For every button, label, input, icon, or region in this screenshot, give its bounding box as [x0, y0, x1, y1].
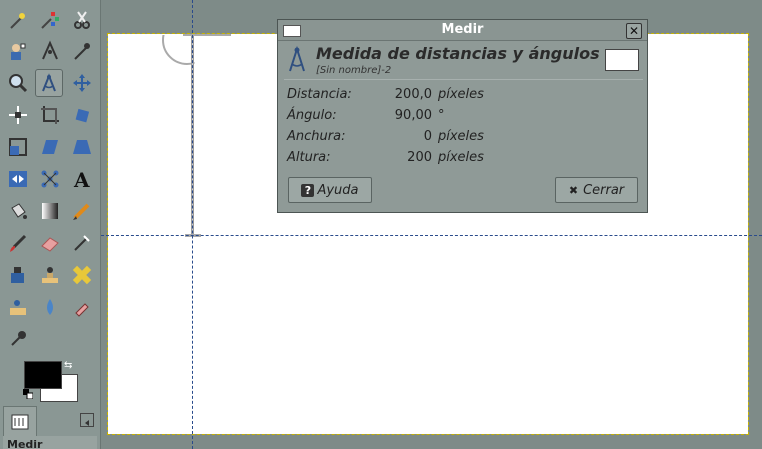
image-preview-thumbnail	[605, 49, 639, 71]
help-icon: ?	[301, 183, 315, 197]
help-button[interactable]: ? Ayuda	[288, 177, 372, 203]
smudge-icon[interactable]	[68, 293, 96, 321]
heal-icon[interactable]	[68, 261, 96, 289]
blur-icon[interactable]	[36, 293, 64, 321]
scale-icon[interactable]	[4, 133, 32, 161]
airbrush-icon[interactable]	[68, 229, 96, 257]
reset-colors-icon[interactable]	[23, 389, 33, 399]
paths-icon[interactable]	[36, 37, 64, 65]
cage-transform-icon[interactable]	[36, 165, 64, 193]
height-unit: píxeles	[438, 150, 484, 165]
width-value: 0	[423, 129, 432, 144]
divider	[284, 79, 643, 80]
panel-menu-icon[interactable]	[80, 413, 94, 427]
horizontal-guide[interactable]	[101, 235, 762, 236]
select-by-color-icon[interactable]	[36, 6, 64, 34]
close-icon: ✖	[568, 183, 579, 197]
tool-options-tab[interactable]	[3, 406, 37, 437]
measure-icon[interactable]	[35, 69, 63, 97]
fuzzy-select-icon[interactable]	[4, 6, 32, 34]
width-label: Anchura:	[287, 129, 346, 144]
angle-unit: °	[438, 108, 445, 123]
shear-icon[interactable]	[36, 133, 64, 161]
text-icon[interactable]: A	[68, 165, 96, 193]
distance-value: 200,0	[394, 87, 432, 102]
dodge-burn-icon[interactable]	[4, 325, 32, 353]
align-icon[interactable]	[4, 101, 32, 129]
measure-icon	[289, 45, 305, 72]
flip-icon[interactable]	[4, 165, 32, 193]
help-button-label: Ayuda	[317, 182, 359, 198]
ink-icon[interactable]	[4, 261, 32, 289]
vertical-guide[interactable]	[192, 0, 193, 449]
foreground-color-swatch[interactable]	[24, 361, 62, 389]
angle-value: 90,00	[394, 108, 432, 123]
blend-icon[interactable]	[36, 197, 64, 225]
paintbrush-icon[interactable]	[4, 229, 32, 257]
crop-icon[interactable]	[36, 101, 64, 129]
dialog-header-title: Medida de distancias y ángulos	[316, 44, 600, 63]
bucket-fill-icon[interactable]	[4, 197, 32, 225]
perspective-icon[interactable]	[68, 133, 96, 161]
close-icon: ✕	[628, 24, 640, 38]
dialog-header-subtitle: [Sin nombre]-2	[316, 65, 392, 76]
color-picker-icon[interactable]	[68, 37, 96, 65]
swap-colors-icon[interactable]: ⇆	[64, 360, 72, 371]
dialog-titlebar[interactable]: Medir ✕	[278, 20, 647, 41]
dialog-header: Medida de distancias y ángulos [Sin nomb…	[282, 42, 643, 78]
foreground-select-icon[interactable]	[4, 37, 32, 65]
close-button[interactable]: ✖ Cerrar	[555, 177, 638, 203]
height-label: Altura:	[287, 150, 331, 165]
pencil-icon[interactable]	[68, 197, 96, 225]
tool-options-label: Medir	[3, 436, 97, 449]
scissors-select-icon[interactable]	[68, 6, 96, 34]
height-value: 200	[407, 150, 432, 165]
close-button-label: Cerrar	[583, 182, 625, 198]
rotate-icon[interactable]	[68, 101, 96, 129]
angle-label: Ángulo:	[287, 108, 337, 123]
tool-options-icon	[11, 414, 29, 430]
move-icon[interactable]	[68, 69, 96, 97]
zoom-icon[interactable]	[4, 69, 32, 97]
close-window-button[interactable]: ✕	[626, 23, 642, 39]
measure-dialog: Medir ✕ Medida de distancias y ángulos […	[277, 19, 648, 213]
svg-text:A: A	[73, 168, 90, 190]
distance-unit: píxeles	[438, 87, 484, 102]
width-unit: píxeles	[438, 129, 484, 144]
distance-label: Distancia:	[287, 87, 352, 102]
clone-icon[interactable]	[36, 261, 64, 289]
dialog-title: Medir	[441, 22, 484, 37]
perspective-clone-icon[interactable]	[4, 293, 32, 321]
eraser-icon[interactable]	[36, 229, 64, 257]
toolbox: A ⇆ Medir	[0, 0, 101, 449]
measure-endpoint-top[interactable]	[183, 34, 231, 36]
